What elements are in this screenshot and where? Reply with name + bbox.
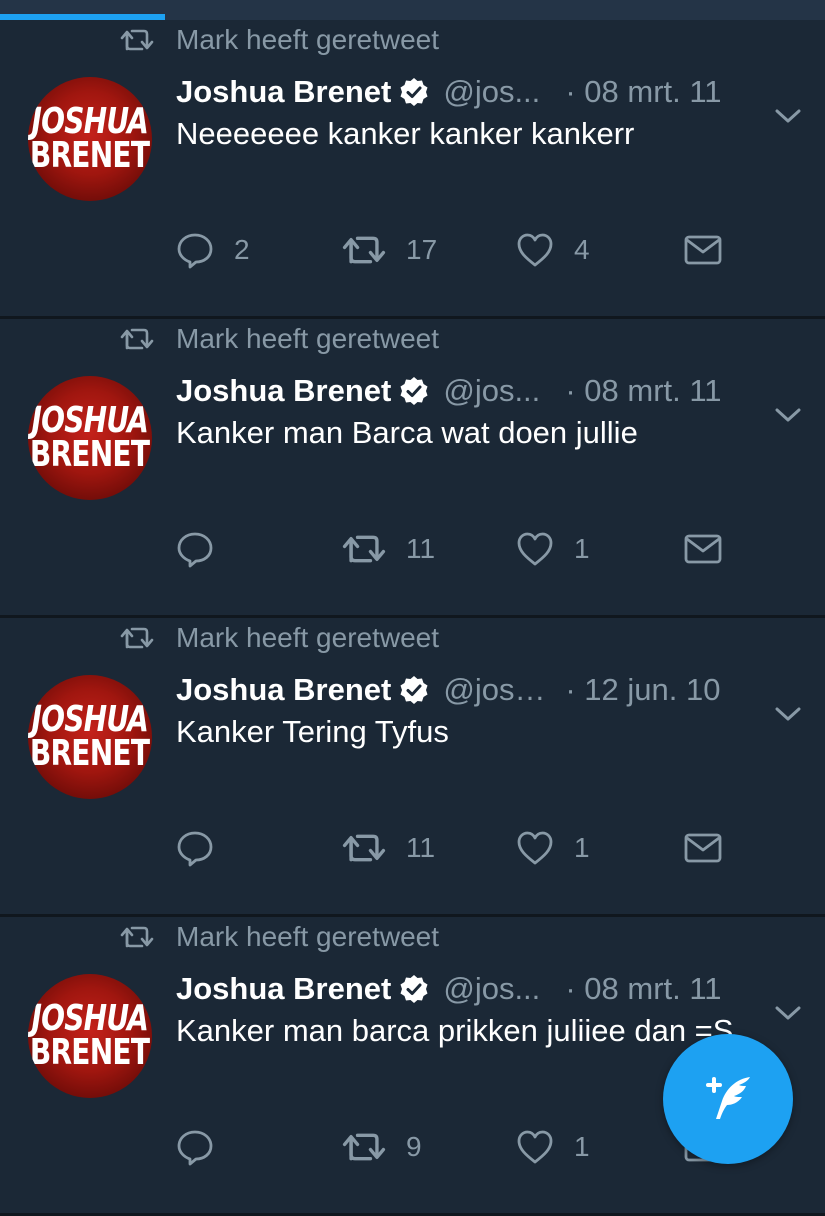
retweet-button[interactable]: 9 xyxy=(342,1127,422,1167)
retweeted-by-row[interactable]: Mark heeft geretweet xyxy=(120,620,439,656)
top-bar xyxy=(0,0,825,20)
avatar[interactable]: JOSHUA BRENET xyxy=(28,675,152,799)
tweet-actions: 11 1 xyxy=(176,529,736,569)
envelope-icon xyxy=(684,534,722,564)
author-handle: @jos... xyxy=(443,74,541,109)
retweet-icon xyxy=(120,27,154,53)
retweet-icon xyxy=(342,233,386,267)
author-handle: @jos... xyxy=(443,971,541,1006)
reply-icon xyxy=(177,1130,213,1166)
retweeted-by-label: Mark heeft geretweet xyxy=(176,622,440,653)
direct-message-button[interactable] xyxy=(684,529,722,569)
retweet-count: 9 xyxy=(406,1131,422,1162)
author-name[interactable]: Joshua Brenet xyxy=(176,971,391,1007)
retweeted-by-row[interactable]: Mark heeft geretweet xyxy=(120,22,439,58)
author-handle: @jos... xyxy=(443,373,541,408)
retweet-icon xyxy=(342,831,386,865)
tweet-text: Kanker man barca prikken juliiee dan =S xyxy=(176,1013,734,1048)
tweet-date[interactable]: · 08 mrt. 11 xyxy=(565,971,721,1007)
envelope-icon xyxy=(684,833,722,863)
heart-icon xyxy=(517,532,553,566)
verified-badge-icon xyxy=(399,77,429,107)
heart-icon xyxy=(517,831,553,865)
author-name[interactable]: Joshua Brenet xyxy=(176,672,391,708)
like-button[interactable]: 1 xyxy=(516,529,590,569)
retweet-icon xyxy=(342,1130,386,1164)
tweet-actions: 2 17 4 xyxy=(176,230,736,270)
avatar-text-bottom: BRENET xyxy=(30,434,150,475)
compose-tweet-icon xyxy=(706,1077,750,1119)
retweet-icon xyxy=(342,532,386,566)
tweet-date[interactable]: · 12 jun. 10 xyxy=(565,672,720,708)
retweet-icon xyxy=(120,924,154,950)
tweet-header: Joshua Brenet @jos... · 08 mrt. 11 xyxy=(176,369,806,413)
retweet-count: 11 xyxy=(406,533,436,564)
avatar-text-bottom: BRENET xyxy=(30,135,150,176)
compose-tweet-button[interactable] xyxy=(663,1034,793,1164)
avatar[interactable]: JOSHUA BRENET xyxy=(28,376,152,500)
verified-badge-icon xyxy=(399,675,429,705)
reply-button[interactable] xyxy=(176,828,234,868)
tweet-text: Kanker man Barca wat doen jullie xyxy=(176,415,638,450)
direct-message-button[interactable] xyxy=(684,828,722,868)
reply-icon xyxy=(177,233,213,269)
tweet[interactable]: Mark heeft geretweet JOSHUA BRENET Joshua B… xyxy=(0,618,825,917)
tweet[interactable]: Mark heeft geretweet JOSHUA BRENET Joshua B… xyxy=(0,20,825,319)
tweet-header: Joshua Brenet @jos... · 08 mrt. 11 xyxy=(176,70,806,114)
envelope-icon xyxy=(684,235,722,265)
avatar[interactable]: JOSHUA BRENET xyxy=(28,974,152,1098)
like-count: 1 xyxy=(574,533,590,564)
like-count: 4 xyxy=(574,234,590,265)
retweeted-by-label: Mark heeft geretweet xyxy=(176,921,440,952)
chevron-down-icon[interactable] xyxy=(775,407,801,423)
reply-count: 2 xyxy=(234,234,250,265)
retweet-button[interactable]: 17 xyxy=(342,230,437,270)
retweet-button[interactable]: 11 xyxy=(342,828,435,868)
author-handle: @josh... xyxy=(443,672,554,707)
like-button[interactable]: 1 xyxy=(516,1127,590,1167)
reply-icon xyxy=(177,532,213,568)
tweet-actions: 11 1 xyxy=(176,828,736,868)
avatar-text-bottom: BRENET xyxy=(30,733,150,774)
tweet-date[interactable]: · 08 mrt. 11 xyxy=(565,74,721,110)
reply-icon xyxy=(177,831,213,867)
direct-message-button[interactable] xyxy=(684,230,722,270)
reply-button[interactable] xyxy=(176,529,234,569)
verified-badge-icon xyxy=(399,376,429,406)
author-name[interactable]: Joshua Brenet xyxy=(176,373,391,409)
tweet[interactable]: Mark heeft geretweet JOSHUA BRENET Joshua B… xyxy=(0,319,825,618)
timeline: Mark heeft geretweet JOSHUA BRENET Joshua B… xyxy=(0,20,825,1216)
retweet-count: 11 xyxy=(406,832,436,863)
retweet-count: 17 xyxy=(406,234,438,265)
chevron-down-icon[interactable] xyxy=(775,108,801,124)
avatar-text-bottom: BRENET xyxy=(30,1032,150,1073)
tweet-date[interactable]: · 08 mrt. 11 xyxy=(565,373,721,409)
like-button[interactable]: 4 xyxy=(516,230,590,270)
like-count: 1 xyxy=(574,832,590,863)
retweet-icon xyxy=(120,326,154,352)
reply-button[interactable]: 2 xyxy=(176,230,250,270)
chevron-down-icon[interactable] xyxy=(775,1005,801,1021)
heart-icon xyxy=(517,233,553,267)
verified-badge-icon xyxy=(399,974,429,1004)
heart-icon xyxy=(517,1130,553,1164)
reply-button[interactable] xyxy=(176,1127,234,1167)
retweeted-by-row[interactable]: Mark heeft geretweet xyxy=(120,919,439,955)
tweet-header: Joshua Brenet @jos... · 08 mrt. 11 xyxy=(176,967,806,1011)
author-name[interactable]: Joshua Brenet xyxy=(176,74,391,110)
tweet-header: Joshua Brenet @josh... · 12 jun. 10 xyxy=(176,668,806,712)
tweet-text: Neeeeeee kanker kanker kankerr xyxy=(176,116,635,151)
chevron-down-icon[interactable] xyxy=(775,706,801,722)
tweet-actions: 91 xyxy=(176,1127,736,1167)
retweeted-by-row[interactable]: Mark heeft geretweet xyxy=(120,321,439,357)
like-button[interactable]: 1 xyxy=(516,828,590,868)
avatar[interactable]: JOSHUA BRENET xyxy=(28,77,152,201)
tweet-text: Kanker Tering Tyfus xyxy=(176,714,449,749)
retweet-icon xyxy=(120,625,154,651)
retweeted-by-label: Mark heeft geretweet xyxy=(176,24,440,55)
retweet-button[interactable]: 11 xyxy=(342,529,435,569)
like-count: 1 xyxy=(574,1131,590,1162)
retweeted-by-label: Mark heeft geretweet xyxy=(176,323,440,354)
